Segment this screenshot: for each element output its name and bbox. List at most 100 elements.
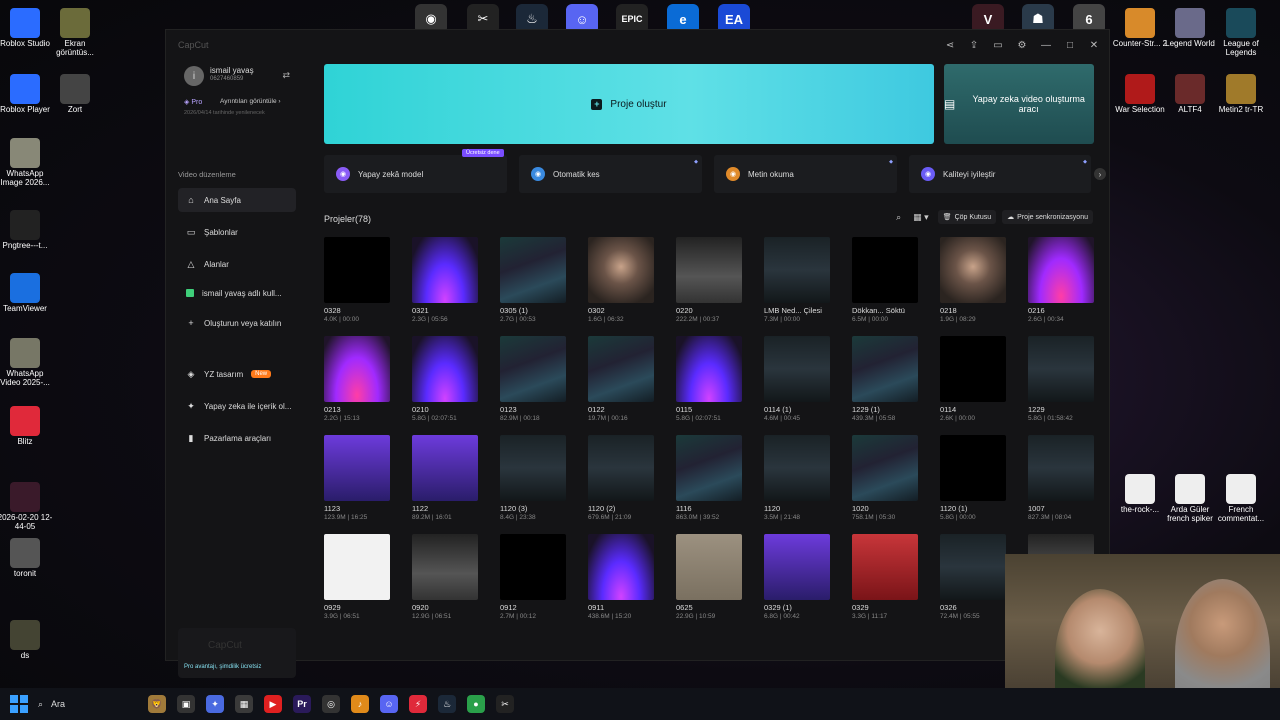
project-thumbnail[interactable] <box>500 534 566 600</box>
project-card[interactable]: 1123 123.9M | 16:25 <box>324 435 390 525</box>
desktop-shortcut[interactable]: French commentat... <box>1213 474 1269 524</box>
project-card[interactable]: 0911 438.6M | 15:20 <box>588 534 654 624</box>
desktop-shortcut[interactable]: WhatsApp Image 2026... <box>0 138 53 188</box>
desktop-shortcut[interactable]: ds <box>0 620 53 661</box>
project-thumbnail[interactable] <box>1028 336 1094 402</box>
project-thumbnail[interactable] <box>588 435 654 501</box>
project-thumbnail[interactable] <box>412 336 478 402</box>
project-card[interactable]: 0123 82.9M | 00:18 <box>500 336 566 426</box>
project-card[interactable]: 1116 863.0M | 39:52 <box>676 435 742 525</box>
project-card[interactable]: 0625 22.9G | 10:59 <box>676 534 742 624</box>
desktop-shortcut[interactable]: Zort <box>47 74 103 115</box>
chrome-icon[interactable]: ● <box>467 695 485 713</box>
desktop-shortcut[interactable]: Ekran görüntüs... <box>47 8 103 58</box>
capcut-icon[interactable]: ✂ <box>496 695 514 713</box>
search-box[interactable]: ⌕ Ara <box>38 699 138 710</box>
desktop-shortcut[interactable]: the-rock-... <box>1112 474 1168 515</box>
desktop-shortcut[interactable]: Legend World <box>1162 8 1218 49</box>
desktop-shortcut[interactable]: 2026-02-20 12-44-05 <box>0 482 53 532</box>
project-thumbnail[interactable] <box>500 435 566 501</box>
start-button[interactable] <box>10 695 28 713</box>
pro-promo[interactable]: CapCut Pro avantajı, şimdilik ücretsiz <box>178 628 296 678</box>
project-thumbnail[interactable] <box>412 237 478 303</box>
desktop-shortcut[interactable]: Arda Güler french spiker <box>1162 474 1218 524</box>
project-thumbnail[interactable] <box>764 237 830 303</box>
user-box[interactable]: i ismail yavaş 0627460859 ⇄ ◈ Pro Ayrınt… <box>178 62 294 118</box>
files-icon[interactable]: ▣ <box>177 695 195 713</box>
project-card[interactable]: 0305 (1) 2.7G | 00:53 <box>500 237 566 327</box>
project-thumbnail[interactable] <box>940 435 1006 501</box>
project-card[interactable]: 0329 (1) 6.8G | 00:42 <box>764 534 830 624</box>
sidebar-item[interactable]: △ Alanlar <box>178 252 296 276</box>
create-project-button[interactable]: + Proje oluştur <box>324 64 934 144</box>
desktop-shortcut[interactable]: WhatsApp Video 2025-... <box>0 338 53 388</box>
desktop-shortcut[interactable]: toronit <box>0 538 53 579</box>
trash-button[interactable]: 🗑 Çöp Kutusu <box>937 210 997 224</box>
desktop-shortcut[interactable]: War Selection <box>1112 74 1168 115</box>
project-thumbnail[interactable] <box>764 534 830 600</box>
sidebar-item[interactable]: ✦ Yapay zeka ile içerik ol... <box>178 394 296 418</box>
message-icon[interactable]: ▭ <box>991 38 1005 52</box>
pro-detail-link[interactable]: Ayrıntıları görüntüle › <box>220 98 281 105</box>
project-card[interactable]: 0114 (1) 4.6M | 00:45 <box>764 336 830 426</box>
view-toggle-icon[interactable]: ▦ ▾ <box>910 212 932 223</box>
sync-button[interactable]: ☁ Proje senkronizasyonu <box>1002 210 1093 224</box>
sidebar-item[interactable]: ⌂ Ana Sayfa <box>178 188 296 212</box>
project-thumbnail[interactable] <box>852 435 918 501</box>
project-card[interactable]: 1229 (1) 439.3M | 05:58 <box>852 336 918 426</box>
settings-icon[interactable]: ⚙ <box>1015 38 1029 52</box>
project-thumbnail[interactable] <box>764 435 830 501</box>
project-thumbnail[interactable] <box>588 534 654 600</box>
maximize-icon[interactable]: □ <box>1063 38 1077 52</box>
tool-card[interactable]: ◉ Otomatik kes ◆ <box>519 155 702 193</box>
project-thumbnail[interactable] <box>324 435 390 501</box>
desktop-shortcut[interactable]: Counter-Str... 2 <box>1112 8 1168 49</box>
project-thumbnail[interactable] <box>676 435 742 501</box>
close-icon[interactable]: ✕ <box>1087 38 1101 52</box>
desktop-shortcut[interactable]: Metin2 tr-TR <box>1213 74 1269 115</box>
project-card[interactable]: 1120 3.5M | 21:48 <box>764 435 830 525</box>
desktop-shortcut[interactable]: League of Legends <box>1213 8 1269 58</box>
project-card[interactable]: 0122 19.7M | 00:16 <box>588 336 654 426</box>
search-icon[interactable]: ⌕ <box>893 212 904 223</box>
sidebar-item[interactable]: ismail yavaş adlı kull... <box>178 281 296 305</box>
project-card[interactable]: 0328 4.0K | 00:00 <box>324 237 390 327</box>
project-card[interactable]: Dökkan... Söktü 6.5M | 00:00 <box>852 237 918 327</box>
project-thumbnail[interactable] <box>676 534 742 600</box>
discord-icon[interactable]: ☺ <box>380 695 398 713</box>
project-thumbnail[interactable] <box>1028 435 1094 501</box>
tool-card[interactable]: ◉ Yapay zekâ model Ücretsiz dene <box>324 149 507 193</box>
project-card[interactable]: 1007 827.3M | 08:04 <box>1028 435 1094 525</box>
project-thumbnail[interactable] <box>852 237 918 303</box>
project-card[interactable]: 1020 758.1M | 05:30 <box>852 435 918 525</box>
project-card[interactable]: LMB Ned... Çilesi 7.3M | 00:00 <box>764 237 830 327</box>
desktop-shortcut[interactable]: Blitz <box>0 406 53 447</box>
ai-video-button[interactable]: ▤ Yapay zeka video oluşturma aracı <box>944 64 1094 144</box>
project-thumbnail[interactable] <box>412 435 478 501</box>
blitz-icon[interactable]: ⚡ <box>409 695 427 713</box>
project-card[interactable]: 0321 2.3G | 05:56 <box>412 237 478 327</box>
youtube-icon[interactable]: ▶ <box>264 695 282 713</box>
project-card[interactable]: 0220 222.2M | 00:37 <box>676 237 742 327</box>
project-thumbnail[interactable] <box>852 336 918 402</box>
project-thumbnail[interactable] <box>676 237 742 303</box>
project-thumbnail[interactable] <box>852 534 918 600</box>
project-thumbnail[interactable] <box>940 534 1006 600</box>
project-card[interactable]: 0920 12.9G | 06:51 <box>412 534 478 624</box>
project-thumbnail[interactable] <box>764 336 830 402</box>
copilot-icon[interactable]: ✦ <box>206 695 224 713</box>
project-thumbnail[interactable] <box>324 237 390 303</box>
project-card[interactable]: 0210 5.8G | 02:07:51 <box>412 336 478 426</box>
project-card[interactable]: 0302 1.6G | 06:32 <box>588 237 654 327</box>
project-card[interactable]: 1122 89.2M | 16:01 <box>412 435 478 525</box>
project-card[interactable]: 0929 3.9G | 06:51 <box>324 534 390 624</box>
project-card[interactable]: 0912 2.7M | 00:12 <box>500 534 566 624</box>
minimize-icon[interactable]: — <box>1039 38 1053 52</box>
sidebar-item[interactable]: ▮ Pazarlama araçları <box>178 426 296 450</box>
project-card[interactable]: 1229 5.8G | 01:58:42 <box>1028 336 1094 426</box>
project-card[interactable]: 0216 2.6G | 00:34 <box>1028 237 1094 327</box>
project-card[interactable]: 1120 (2) 679.6M | 21:09 <box>588 435 654 525</box>
lion-wallpaper-icon[interactable]: 🦁 <box>148 695 166 713</box>
project-card[interactable]: 1120 (1) 5.8G | 00:00 <box>940 435 1006 525</box>
desktop-shortcut[interactable]: TeamViewer <box>0 273 53 314</box>
